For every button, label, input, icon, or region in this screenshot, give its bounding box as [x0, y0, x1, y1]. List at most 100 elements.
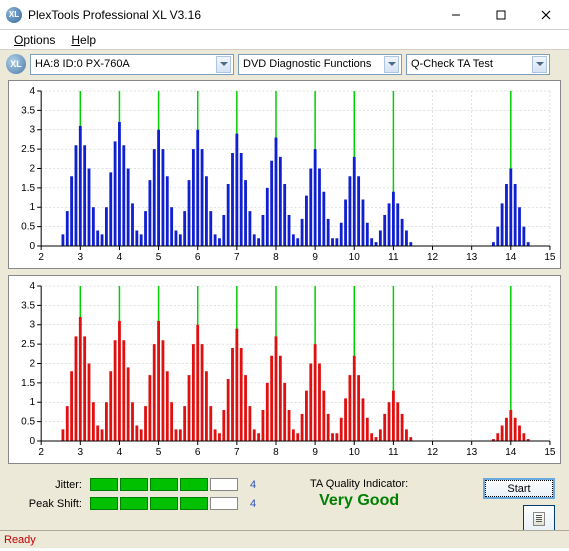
svg-text:3: 3 — [30, 320, 36, 331]
svg-text:0.5: 0.5 — [21, 222, 35, 233]
meter-bar — [180, 497, 208, 510]
chart-bottom: 0 0.5 1 1.5 2 2.5 3 3.5 4 2 3 4 5 6 7 8 9 10 11 12 13 14 15 — [8, 275, 561, 464]
svg-text:0.5: 0.5 — [21, 417, 35, 428]
svg-text:1.5: 1.5 — [21, 183, 35, 194]
window-buttons — [433, 0, 569, 29]
svg-text:10: 10 — [349, 447, 361, 458]
svg-text:9: 9 — [312, 447, 318, 458]
bottom-panel: Jitter: 4 Peak Shift: 4 TA Quality Indic… — [0, 470, 569, 533]
peakshift-label: Peak Shift: — [24, 498, 82, 510]
quality-value: Very Good — [310, 492, 408, 510]
svg-text:6: 6 — [195, 447, 201, 458]
toolbar: XL HA:8 ID:0 PX-760A DVD Diagnostic Func… — [0, 50, 569, 78]
test-dropdown[interactable]: Q-Check TA Test — [406, 54, 550, 75]
svg-text:12: 12 — [427, 252, 439, 263]
svg-text:5: 5 — [156, 252, 162, 263]
menu-options[interactable]: Options — [8, 32, 61, 48]
svg-text:3: 3 — [78, 252, 84, 263]
svg-text:2.5: 2.5 — [21, 144, 35, 155]
statusbar: Ready — [0, 530, 569, 548]
svg-text:14: 14 — [505, 252, 517, 263]
start-button-label: Start — [507, 483, 530, 495]
svg-text:2: 2 — [30, 164, 36, 175]
document-icon — [533, 512, 545, 526]
svg-text:3: 3 — [78, 447, 84, 458]
minimize-button[interactable] — [433, 0, 478, 29]
svg-text:2: 2 — [38, 252, 44, 263]
titlebar: XL PlexTools Professional XL V3.16 — [0, 0, 569, 30]
svg-text:7: 7 — [234, 252, 240, 263]
start-button[interactable]: Start — [483, 478, 555, 499]
svg-text:4: 4 — [30, 86, 36, 97]
svg-text:13: 13 — [466, 447, 478, 458]
window-title: PlexTools Professional XL V3.16 — [28, 8, 433, 22]
meter-bar — [90, 478, 118, 491]
report-button[interactable] — [523, 505, 555, 533]
meter-bar — [120, 497, 148, 510]
svg-text:15: 15 — [544, 252, 556, 263]
quality-label: TA Quality Indicator: — [310, 478, 408, 490]
jitter-value: 4 — [246, 479, 266, 491]
svg-text:8: 8 — [273, 252, 279, 263]
drive-dropdown[interactable]: HA:8 ID:0 PX-760A — [30, 54, 234, 75]
app-body: XL HA:8 ID:0 PX-760A DVD Diagnostic Func… — [0, 49, 569, 548]
chart-area: 00.511.522.533.5423456789101112131415 00… — [0, 78, 569, 464]
svg-text:4: 4 — [117, 252, 123, 263]
function-dropdown[interactable]: DVD Diagnostic Functions — [238, 54, 402, 75]
svg-text:6: 6 — [195, 252, 201, 263]
svg-text:3.5: 3.5 — [21, 105, 35, 116]
svg-text:2: 2 — [38, 447, 44, 458]
peakshift-row: Peak Shift: 4 — [24, 497, 266, 510]
meter-bar — [210, 478, 238, 491]
svg-text:8: 8 — [273, 447, 279, 458]
drive-icon: XL — [6, 54, 26, 74]
peakshift-bars — [90, 497, 238, 510]
svg-text:4: 4 — [117, 447, 123, 458]
svg-text:0: 0 — [30, 241, 36, 252]
meter-bar — [90, 497, 118, 510]
peakshift-value: 4 — [246, 498, 266, 510]
svg-text:12: 12 — [427, 447, 439, 458]
function-dropdown-text: DVD Diagnostic Functions — [243, 58, 382, 70]
menu-help[interactable]: Help — [65, 32, 102, 48]
svg-text:3: 3 — [30, 125, 36, 136]
meter-bar — [210, 497, 238, 510]
svg-text:2: 2 — [30, 359, 36, 370]
chart-top: 0 0.5 1 1.5 2 2.5 3 3.5 4 2 3 4 5 6 7 8 9 10 11 12 13 14 15 — [8, 80, 561, 269]
drive-dropdown-text: HA:8 ID:0 PX-760A — [35, 58, 214, 70]
jitter-row: Jitter: 4 — [24, 478, 266, 491]
meter-bar — [150, 478, 178, 491]
meter-bar — [120, 478, 148, 491]
svg-text:9: 9 — [312, 252, 318, 263]
svg-text:1: 1 — [30, 397, 36, 408]
meter-bar — [180, 478, 208, 491]
svg-text:11: 11 — [388, 252, 399, 263]
meter-bar — [150, 497, 178, 510]
jitter-label: Jitter: — [24, 479, 82, 491]
jitter-bars — [90, 478, 238, 491]
chevron-down-icon — [532, 56, 547, 73]
chevron-down-icon — [216, 56, 231, 73]
svg-text:13: 13 — [466, 252, 478, 263]
svg-text:3.5: 3.5 — [21, 300, 35, 311]
app-icon: XL — [6, 7, 22, 23]
svg-text:5: 5 — [156, 447, 162, 458]
svg-text:7: 7 — [234, 447, 240, 458]
svg-text:2.5: 2.5 — [21, 339, 35, 350]
menubar: Options Help — [0, 30, 569, 49]
svg-text:1.5: 1.5 — [21, 378, 35, 389]
status-text: Ready — [4, 534, 36, 546]
buttons-block: Start — [483, 478, 557, 533]
svg-text:0: 0 — [30, 436, 36, 447]
svg-text:4: 4 — [30, 281, 36, 292]
maximize-button[interactable] — [478, 0, 523, 29]
chevron-down-icon — [384, 56, 399, 73]
svg-text:14: 14 — [505, 447, 517, 458]
test-dropdown-text: Q-Check TA Test — [411, 58, 530, 70]
svg-text:11: 11 — [388, 447, 399, 458]
svg-text:1: 1 — [30, 202, 36, 213]
quality-block: TA Quality Indicator: Very Good — [310, 478, 408, 510]
svg-text:15: 15 — [544, 447, 556, 458]
close-button[interactable] — [523, 0, 569, 29]
svg-text:10: 10 — [349, 252, 361, 263]
